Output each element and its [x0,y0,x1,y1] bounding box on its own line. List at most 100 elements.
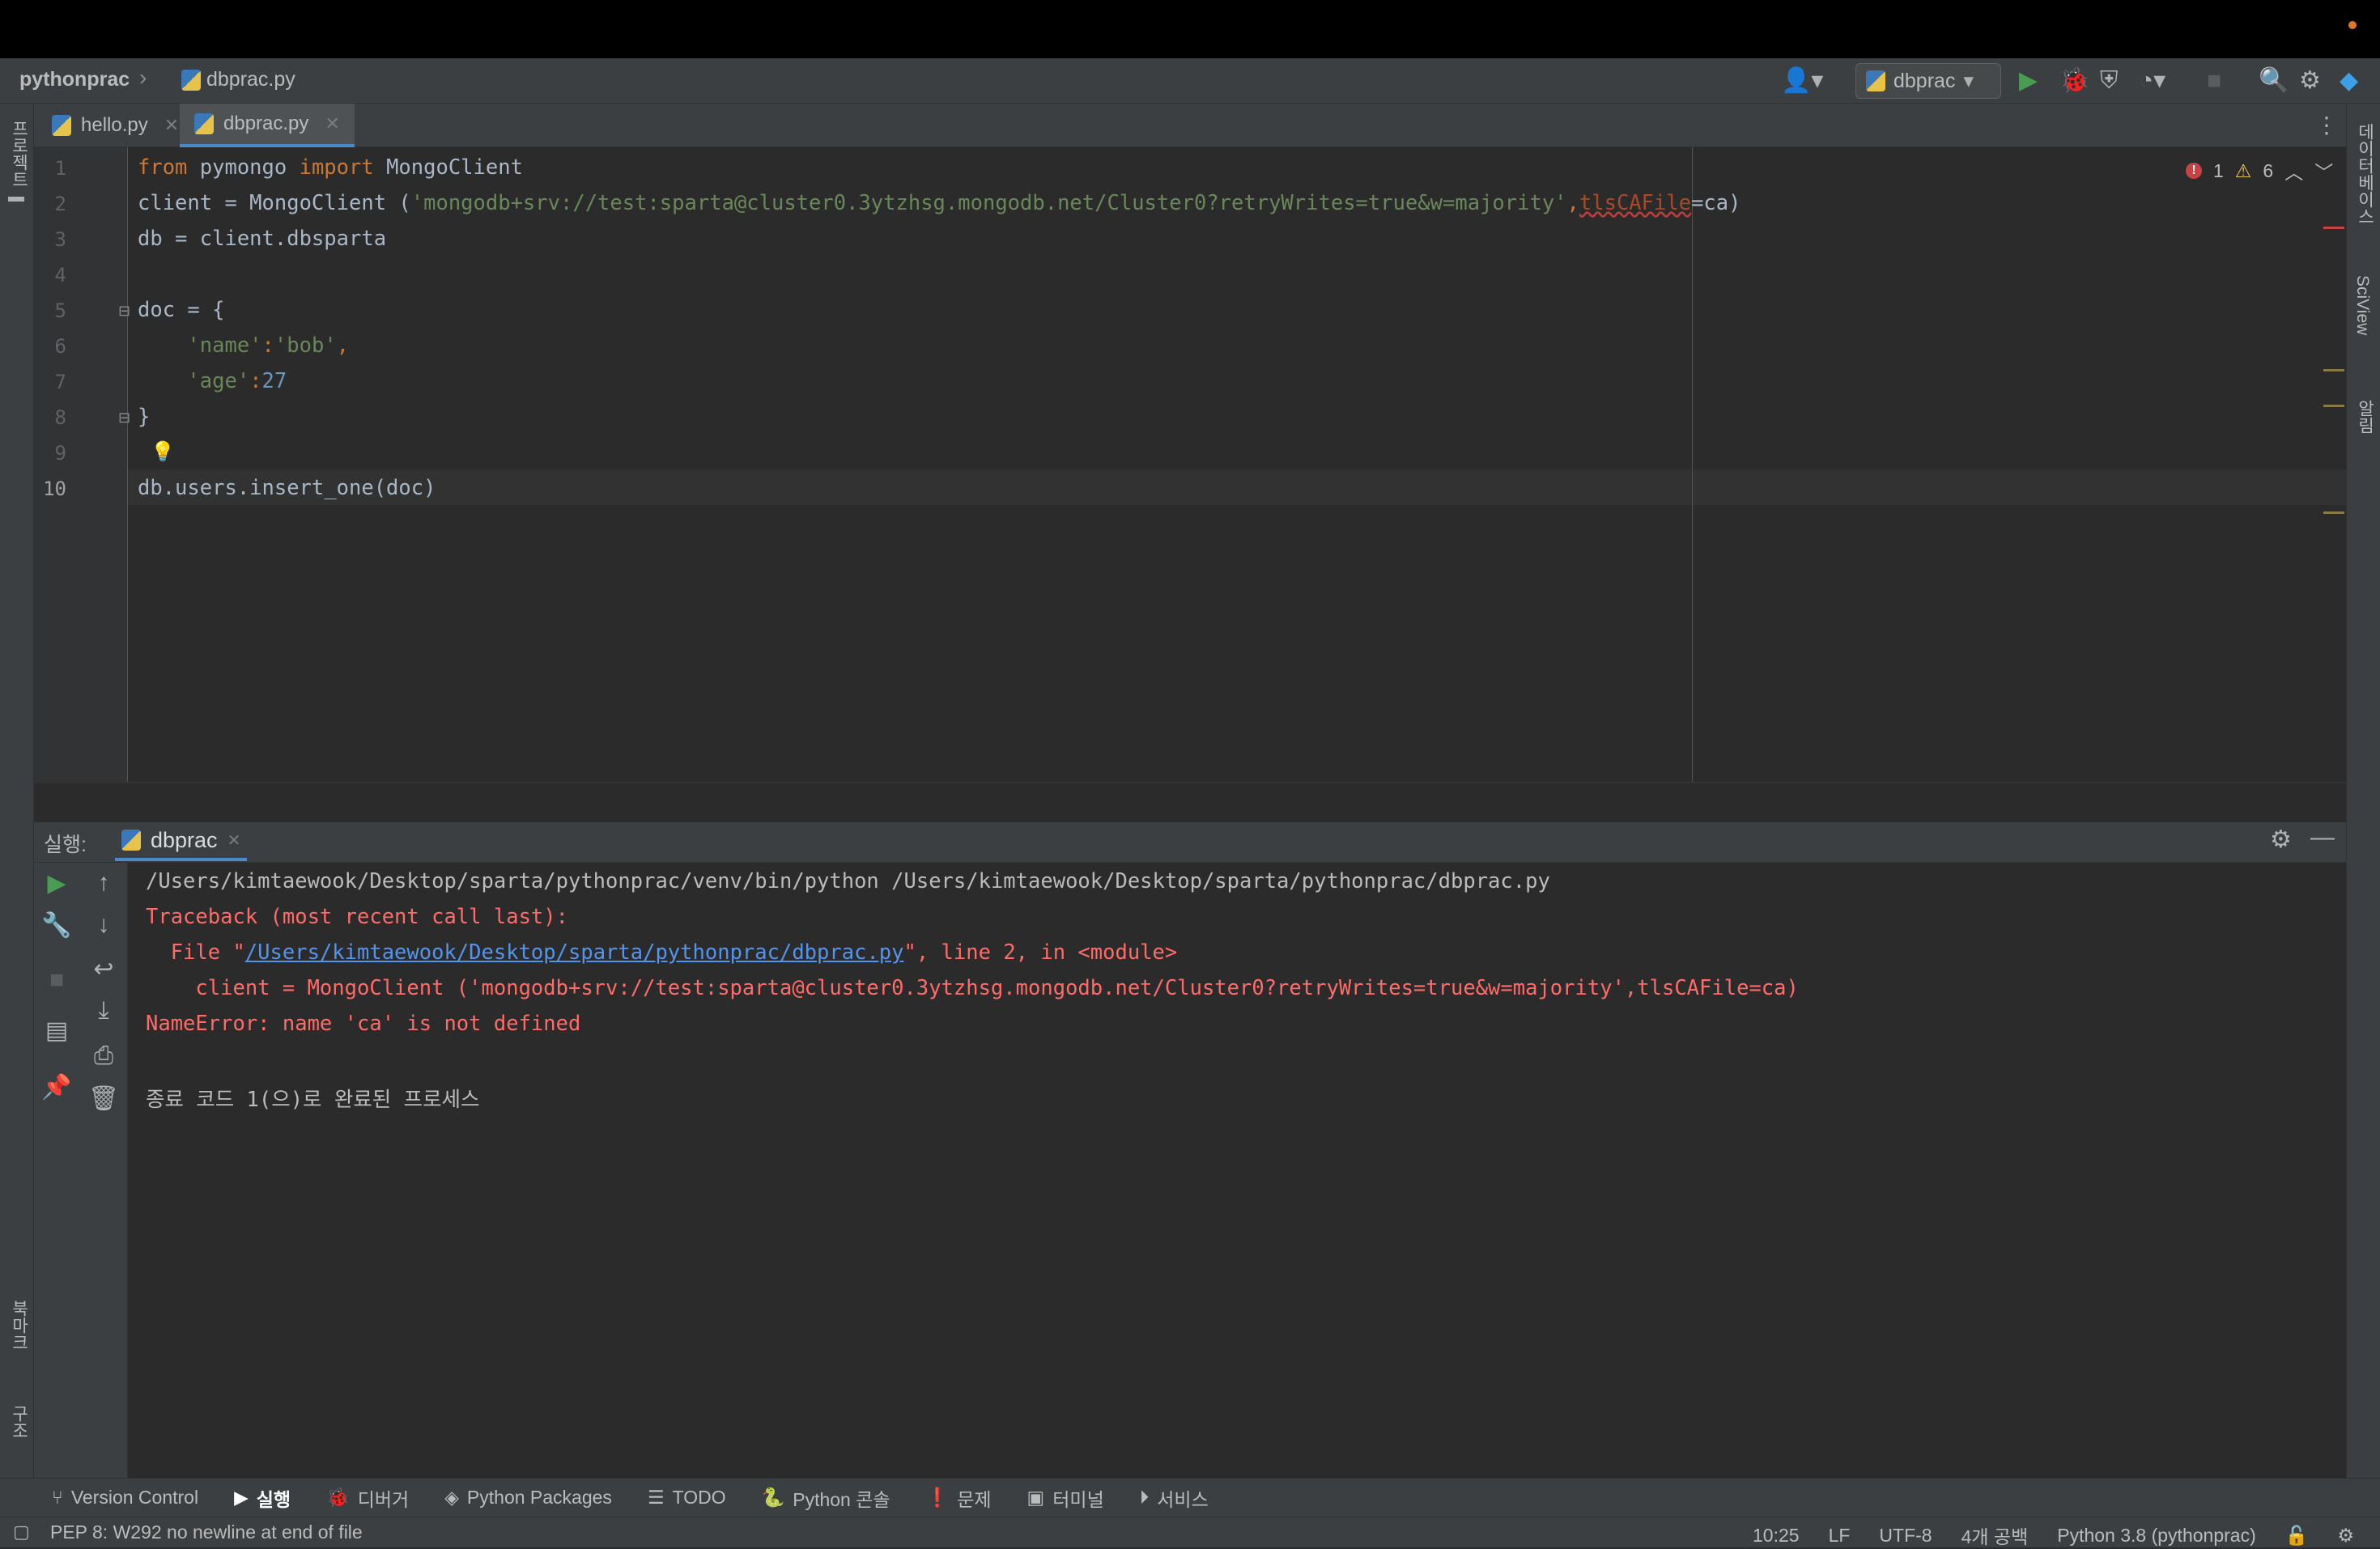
profile-icon[interactable]: ◔▾ [2139,63,2165,99]
run-config-selector[interactable]: dbprac ▾ [1855,63,2001,99]
inspection-widget[interactable]: ! 1 ⚠ 6 ︿ ﹀ [2186,157,2333,185]
stop-icon[interactable]: ■ [40,966,73,994]
bookmarks-tool-button[interactable]: 북마크 [6,1300,31,1351]
trash-icon[interactable]: 🗑 [87,1084,120,1113]
line-number: 2 [54,193,66,215]
close-icon[interactable]: ✕ [227,830,241,851]
code-line-5: doc = { [138,298,225,322]
toggle-tool-windows-icon[interactable]: ▢ [13,1521,30,1543]
line-number: 6 [54,335,66,358]
breadcrumb-file[interactable]: dbprac.py [181,68,295,91]
tab-dbprac-py[interactable]: dbprac.py ✕ [180,104,355,147]
line-separator[interactable]: LF [1829,1525,1851,1547]
soft-wrap-icon[interactable]: ↩ [87,955,120,983]
run-tab-dbprac[interactable]: dbprac ✕ [115,822,248,861]
tab-hello-py[interactable]: hello.py ✕ [37,104,193,147]
warning-count: 6 [2263,159,2274,181]
error-stripe-mark[interactable] [2323,227,2344,229]
run-config-label: dbprac [1893,69,1956,92]
pin-icon[interactable]: 📌 [40,1073,73,1101]
gear-icon[interactable]: ⚙ [2270,825,2292,854]
debug-icon[interactable]: 🐞 [2059,63,2089,99]
file-encoding[interactable]: UTF-8 [1879,1525,1932,1547]
right-margin-guide [1692,147,1693,782]
console-traceback-line: Traceback (most recent call last): [146,905,568,929]
notifications-tool-button[interactable]: 알림 [2352,400,2377,434]
sciview-tool-button[interactable]: SciView [2352,275,2372,335]
debugger-window-button[interactable]: 🐞 디버거 [326,1484,409,1512]
console-error-line: NameError: name 'ca' is not defined [146,1012,581,1036]
lightbulb-icon[interactable]: 💡 [151,440,175,464]
gear-icon[interactable]: ⚙ [2299,63,2321,99]
rerun-icon[interactable]: ▶ [40,869,73,898]
python-file-icon [181,70,201,91]
python-console-button[interactable]: 🐍 Python 콘솔 [762,1484,890,1512]
fold-icon[interactable]: ⊟ [118,410,130,427]
jetbrains-icon[interactable]: ◆ [2340,63,2358,99]
problems-button[interactable]: ❗ 문제 [926,1484,992,1512]
traceback-file-link[interactable]: /Users/kimtaewook/Desktop/sparta/pythonp… [245,940,904,965]
breadcrumb-project[interactable]: pythonprac [19,68,130,91]
layout-icon[interactable]: ▤ [40,1016,73,1045]
run-icon[interactable]: ▶ [2019,63,2038,99]
tool-window-bar: ⑂ Version Control ▶ 실행 🐞 디버거 ◈ Python Packag… [0,1478,2380,1517]
todo-button[interactable]: ☰ TODO [648,1487,726,1509]
print-icon[interactable]: ⎙ [87,1042,120,1070]
code-line-2: client = MongoClient ('mongodb+srv://tes… [138,191,1741,215]
run-icon: ▶ [234,1487,249,1508]
warning-stripe-mark[interactable] [2323,369,2344,371]
python-interpreter[interactable]: Python 3.8 (pythonprac) [2057,1525,2255,1547]
wrench-icon[interactable]: 🔧 [40,911,73,940]
indent-setting[interactable]: 4개 공백 [1961,1521,2029,1549]
coverage-icon[interactable]: ⛨ [2100,63,2119,99]
lock-icon[interactable]: 🔓 [2285,1525,2309,1547]
services-button[interactable]: ⏵ 서비스 [1140,1484,1209,1512]
database-tool-button[interactable]: 데이터베이스 [2352,123,2377,225]
status-widgets: 10:25 LF UTF-8 4개 공백 Python 3.8 (pythonp… [1753,1521,2354,1549]
close-icon[interactable]: ✕ [325,113,339,134]
caret-position[interactable]: 10:25 [1753,1525,1800,1547]
structure-tool-button[interactable]: 구조 [6,1405,31,1439]
python-icon: 🐍 [761,1487,785,1508]
problems-icon: ❗ [925,1487,950,1508]
project-tool-button[interactable]: 프로젝트 [6,120,31,188]
list-icon: ☰ [647,1487,665,1508]
folder-icon: ▬ [8,188,24,206]
error-icon: ! [2186,163,2202,179]
line-number: 7 [54,371,66,393]
next-highlight-icon[interactable]: ﹀ [2314,157,2333,185]
console-exit-line: 종료 코드 1(으)로 완료된 프로세스 [146,1088,480,1112]
python-icon [121,830,141,851]
python-packages-button[interactable]: ◈ Python Packages [444,1487,612,1509]
services-icon: ⏵ [1139,1487,1150,1508]
error-count: 1 [2213,159,2224,181]
more-options-icon[interactable]: ⋮ [2315,112,2338,138]
code-line-1: from pymongo import MongoClient [138,155,523,180]
close-icon[interactable]: ✕ [164,115,179,136]
current-line-highlight [128,469,2346,505]
previous-highlight-icon[interactable]: ︿ [2284,157,2303,185]
scroll-up-icon[interactable]: ↑ [87,869,120,897]
tab-label: hello.py [81,114,148,136]
run-window-button[interactable]: ▶ 실행 [234,1484,291,1512]
line-number: 3 [54,228,66,251]
warning-stripe-mark[interactable] [2323,511,2344,514]
terminal-button[interactable]: ▣ 터미널 [1027,1484,1104,1512]
scroll-down-icon[interactable]: ↓ [87,911,120,939]
breadcrumb-separator-icon: › [139,65,147,90]
inspection-settings-icon[interactable]: ⚙ [2337,1525,2354,1547]
warning-stripe-mark[interactable] [2323,405,2344,407]
panel-splitter[interactable] [34,782,2346,822]
stop-icon[interactable]: ■ [2207,63,2221,99]
bug-icon: 🐞 [326,1487,350,1508]
warning-icon: ⚠ [2234,159,2252,181]
search-icon[interactable]: 🔍 [2259,63,2289,99]
python-file-icon [194,113,214,134]
fold-icon[interactable]: ⊟ [118,303,130,320]
vcs-user-icon[interactable]: 👤▾ [1781,63,1823,99]
scroll-to-end-icon[interactable]: ⤓ [87,997,120,1025]
minimize-icon[interactable]: — [2310,824,2335,851]
version-control-button[interactable]: ⑂ Version Control [52,1487,198,1509]
code-line-10: db.users.insert_one(doc) [138,476,436,500]
code-line-6: 'name':'bob', [187,333,350,358]
